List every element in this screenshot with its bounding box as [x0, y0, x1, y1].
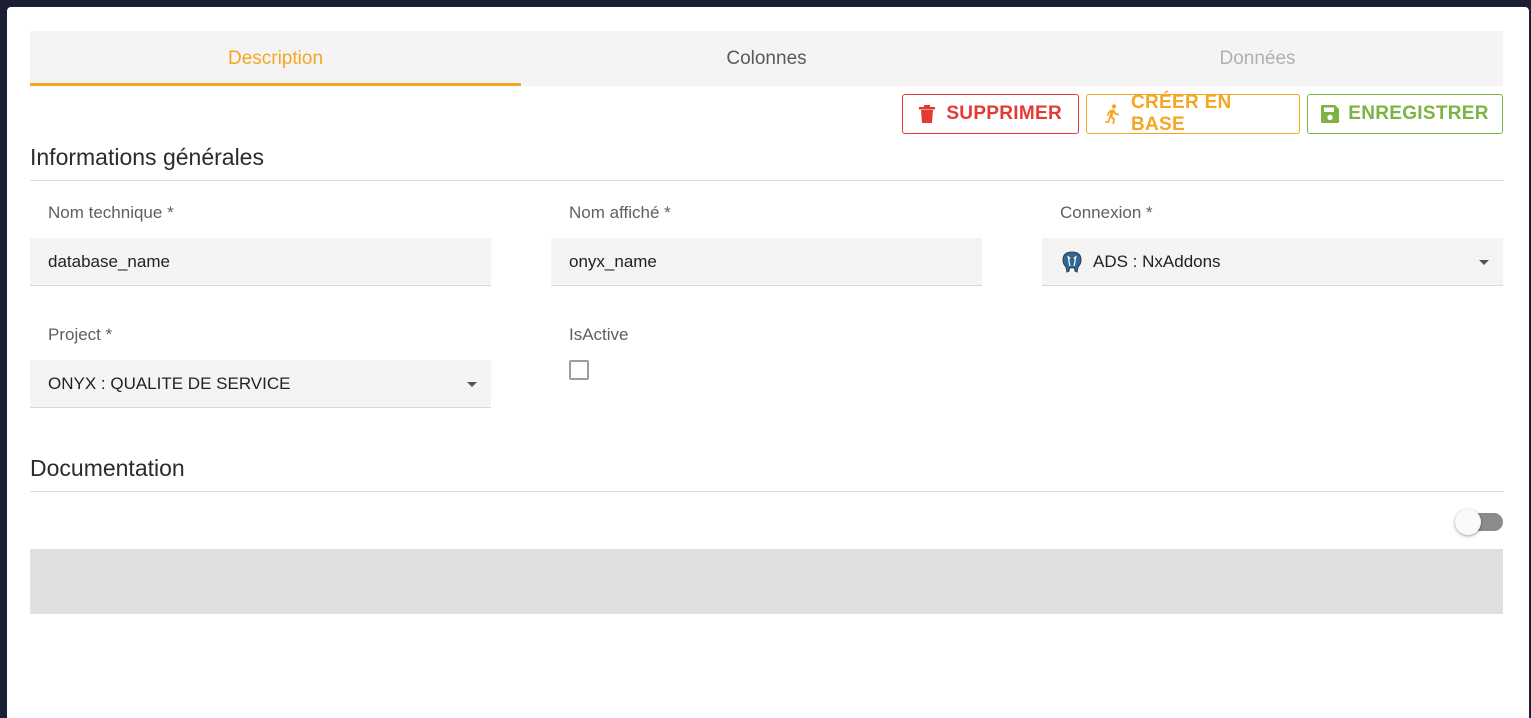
save-button-label: ENREGISTRER: [1348, 103, 1489, 124]
main-panel: Description Colonnes Données SUPPRIMER C…: [7, 7, 1529, 718]
documentation-toggle[interactable]: [1455, 509, 1503, 535]
display-name-label: Nom affiché *: [569, 203, 671, 222]
connection-value: ADS : NxAddons: [1093, 251, 1221, 271]
delete-button[interactable]: SUPPRIMER: [902, 94, 1079, 134]
is-active-checkbox[interactable]: [569, 360, 589, 380]
save-button[interactable]: ENREGISTRER: [1307, 94, 1503, 134]
project-value: ONYX : QUALITE DE SERVICE: [48, 373, 291, 393]
chevron-down-icon: [1479, 260, 1489, 265]
running-person-icon: [1103, 104, 1122, 124]
trash-icon: [919, 104, 937, 124]
documentation-heading: Documentation: [30, 455, 185, 481]
connection-label: Connexion *: [1060, 203, 1153, 222]
project-select[interactable]: ONYX : QUALITE DE SERVICE: [30, 360, 491, 408]
general-info-heading: Informations générales: [30, 144, 264, 170]
display-name-input[interactable]: onyx_name: [551, 238, 982, 286]
technical-name-input[interactable]: database_name: [30, 238, 491, 286]
connection-select[interactable]: ADS : NxAddons: [1042, 238, 1503, 286]
create-button-label: CRÉER EN BASE: [1130, 92, 1232, 135]
tab-donnees: Données: [1219, 47, 1296, 69]
create-in-database-button[interactable]: CRÉER EN BASE: [1086, 92, 1300, 135]
project-label: Project *: [48, 325, 113, 344]
is-active-label: IsActive: [569, 325, 629, 344]
floppy-disk-icon: [1321, 104, 1340, 124]
tab-description[interactable]: Description: [30, 31, 521, 86]
display-name-value: onyx_name: [569, 251, 657, 271]
documentation-divider: [30, 491, 1504, 492]
delete-button-label: SUPPRIMER: [946, 103, 1062, 124]
action-toolbar: SUPPRIMER CRÉER EN BASE ENREGISTRER: [902, 92, 1503, 135]
tab-bar: Description Colonnes Données: [30, 31, 1503, 86]
tab-colonnes[interactable]: Colonnes: [521, 31, 1012, 86]
technical-name-label: Nom technique *: [48, 203, 174, 222]
toggle-knob: [1455, 509, 1481, 535]
general-info-divider: [30, 180, 1504, 181]
technical-name-value: database_name: [48, 251, 170, 271]
chevron-down-icon: [467, 382, 477, 387]
documentation-editor[interactable]: [30, 549, 1503, 614]
postgresql-elephant-icon: [1060, 250, 1084, 274]
